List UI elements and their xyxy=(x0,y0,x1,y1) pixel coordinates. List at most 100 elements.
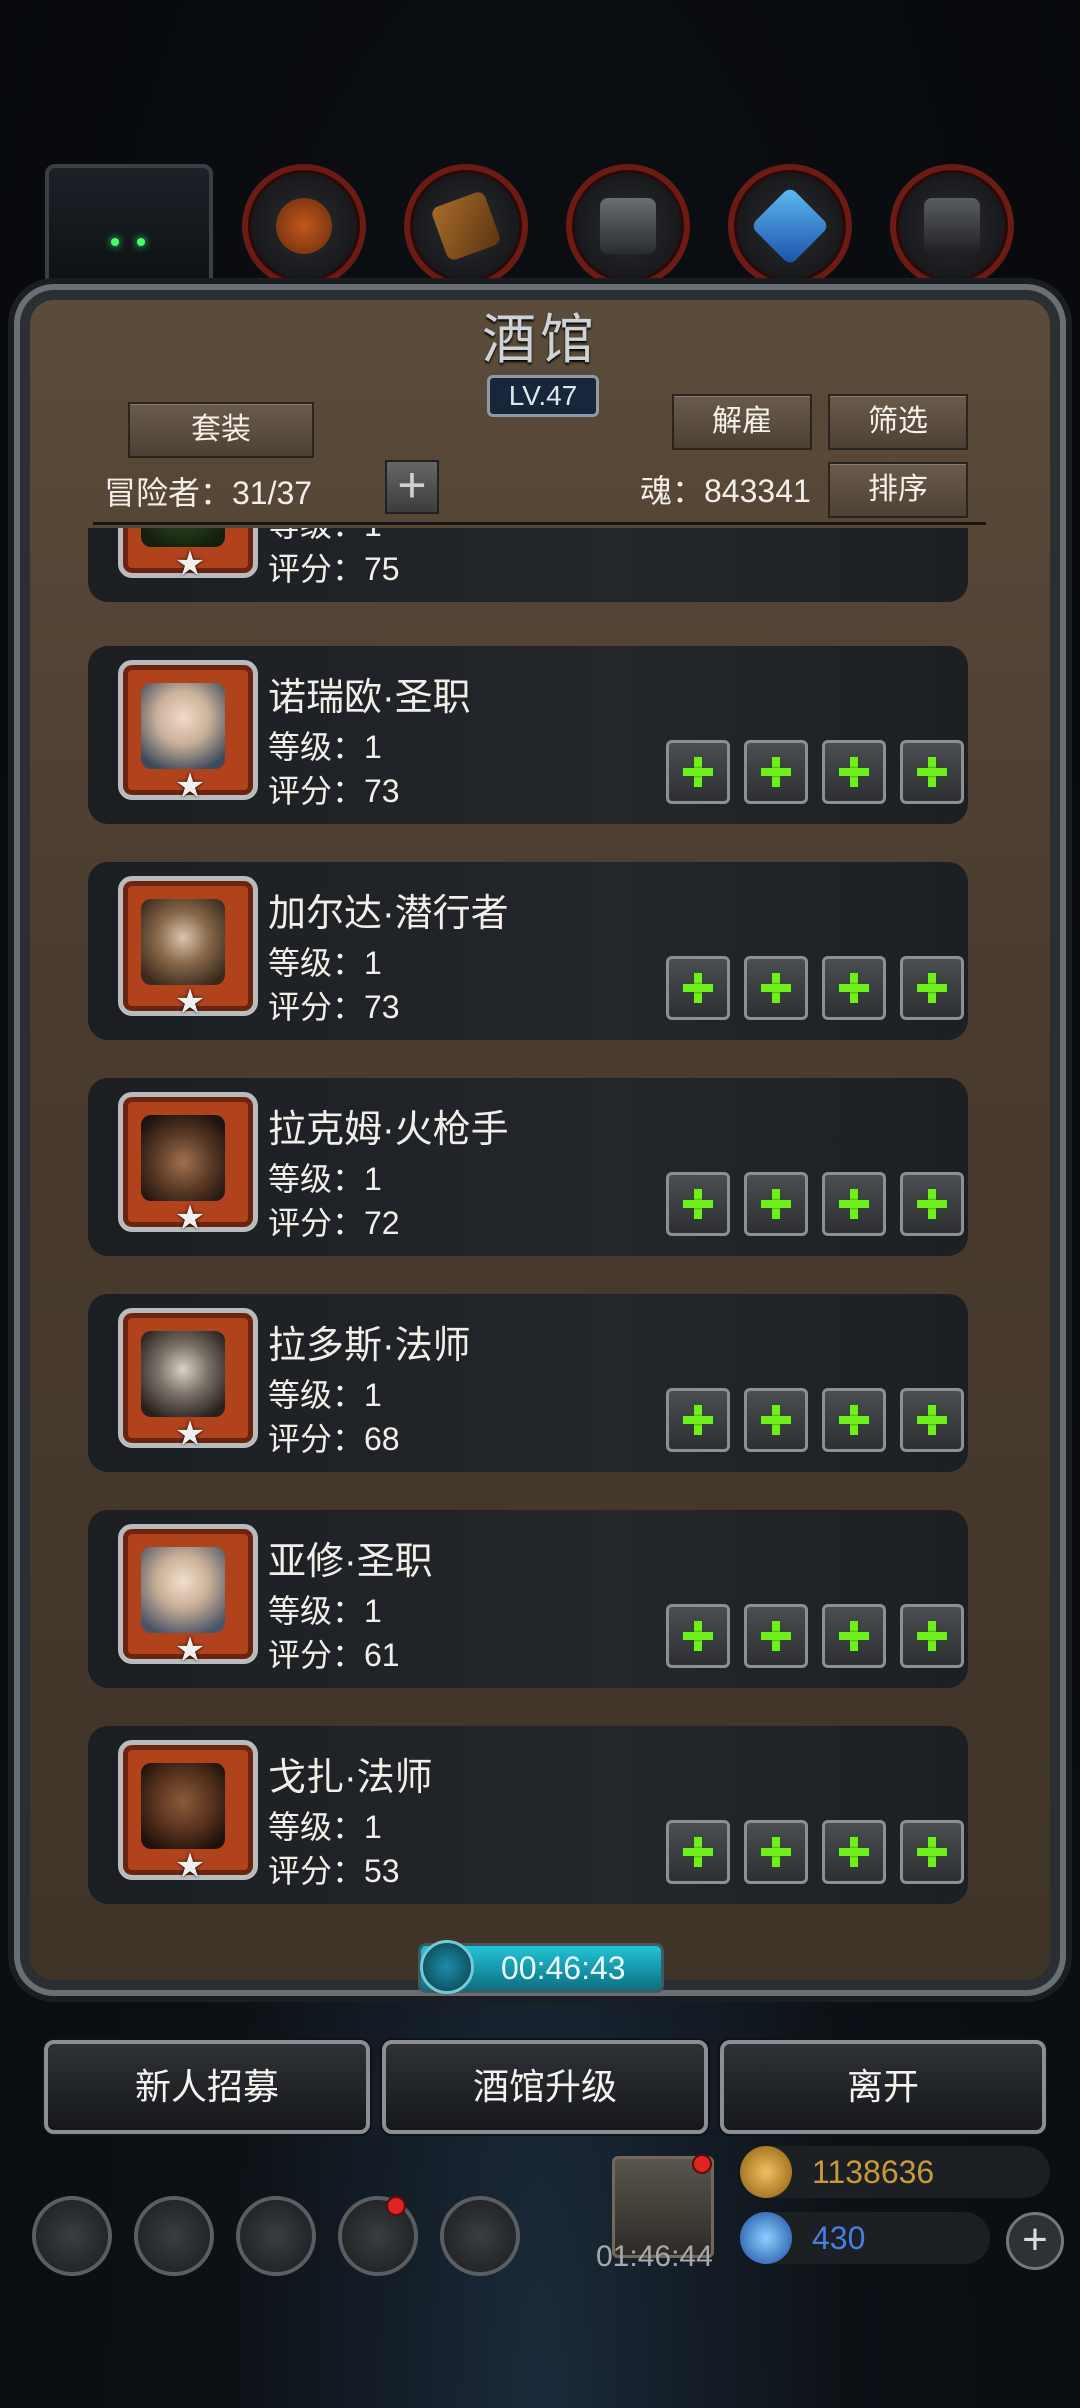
plus-icon xyxy=(839,1189,869,1219)
gold-coin-icon xyxy=(740,2146,792,2198)
accessory-slot[interactable] xyxy=(822,956,886,1020)
weapon-slot[interactable] xyxy=(666,1604,730,1668)
plus-icon xyxy=(917,757,947,787)
adventurer-score: 评分：72 xyxy=(268,1205,400,1241)
gold-counter: 1138636 xyxy=(740,2146,1050,2198)
tavern-upgrade-button[interactable]: 酒馆升级 xyxy=(382,2040,708,2134)
crystal-resource-icon[interactable] xyxy=(728,164,852,288)
adventurer-portrait[interactable]: ★ xyxy=(118,528,258,583)
food-resource-icon[interactable] xyxy=(242,164,366,288)
accessory-slot[interactable] xyxy=(822,740,886,804)
gift-timer: 01:46:44 xyxy=(596,2240,713,2273)
panel-title: 酒馆 xyxy=(482,308,598,371)
star-icon: ★ xyxy=(174,545,206,583)
filter-button[interactable]: 筛选 xyxy=(828,394,968,450)
mail-icon[interactable] xyxy=(338,2196,418,2276)
plus-icon xyxy=(761,1189,791,1219)
adventurer-portrait[interactable]: ★ xyxy=(118,876,258,1021)
settings-gear-icon[interactable] xyxy=(32,2196,112,2276)
trinket-slot[interactable] xyxy=(900,740,964,804)
adventurer-score: 评分：73 xyxy=(268,773,400,809)
weapon-slot[interactable] xyxy=(666,956,730,1020)
plus-icon xyxy=(839,1837,869,1867)
adventurer-portrait[interactable]: ★ xyxy=(118,1740,258,1883)
recruit-button[interactable]: 新人招募 xyxy=(44,2040,370,2134)
plus-icon xyxy=(683,757,713,787)
trinket-slot[interactable] xyxy=(900,956,964,1020)
stone-resource-icon[interactable] xyxy=(890,164,1014,288)
plus-icon xyxy=(917,1189,947,1219)
weapon-slot[interactable] xyxy=(666,740,730,804)
weapon-slot[interactable] xyxy=(666,1820,730,1884)
accessory-slot[interactable] xyxy=(822,1604,886,1668)
adventurer-level: 等级：1 xyxy=(268,1809,382,1845)
adventurer-name: 亚修·圣职 xyxy=(268,1541,433,1583)
adventurer-name: 拉多斯·法师 xyxy=(268,1325,471,1367)
trinket-slot[interactable] xyxy=(900,1388,964,1452)
plus-icon xyxy=(839,757,869,787)
plus-icon xyxy=(683,1189,713,1219)
map-icon[interactable] xyxy=(440,2196,520,2276)
trinket-slot[interactable] xyxy=(900,1820,964,1884)
plus-icon xyxy=(683,1837,713,1867)
adventurer-name: 戈扎·法师 xyxy=(268,1757,433,1799)
plus-icon xyxy=(917,1621,947,1651)
plus-icon xyxy=(917,973,947,1003)
list-item[interactable]: ★ 亚修·圣职 等级：1 评分：61 xyxy=(88,1510,968,1688)
adventurer-score: 评分：61 xyxy=(268,1637,400,1673)
adventurer-name: 诺瑞欧·圣职 xyxy=(268,677,471,719)
armor-slot[interactable] xyxy=(744,1388,808,1452)
accessory-slot[interactable] xyxy=(822,1388,886,1452)
iron-resource-icon[interactable] xyxy=(566,164,690,288)
add-slot-button[interactable]: + xyxy=(385,460,439,514)
adventurer-score: 评分：68 xyxy=(268,1421,400,1457)
adventurer-level: 等级：1 xyxy=(268,1377,382,1413)
star-icon: ★ xyxy=(174,983,206,1021)
header-divider xyxy=(93,522,986,525)
armor-slot[interactable] xyxy=(744,1172,808,1236)
adventurer-portrait[interactable]: ★ xyxy=(118,1524,258,1669)
armor-slot[interactable] xyxy=(744,1820,808,1884)
armor-slot[interactable] xyxy=(744,956,808,1020)
star-icon: ★ xyxy=(174,1199,206,1237)
list-item[interactable]: ★ 等级：1 评分：75 xyxy=(88,528,968,602)
tavern-level-badge: LV.47 xyxy=(487,375,599,417)
gift-notification-dot xyxy=(692,2154,712,2174)
weapon-slot[interactable] xyxy=(666,1388,730,1452)
accessory-slot[interactable] xyxy=(822,1172,886,1236)
adventurer-portrait[interactable]: ★ xyxy=(118,1092,258,1237)
plus-icon xyxy=(839,1405,869,1435)
adventurer-name: 加尔达·潜行者 xyxy=(268,893,509,935)
list-item[interactable]: ★ 加尔达·潜行者 等级：1 评分：73 xyxy=(88,862,968,1040)
suit-button[interactable]: 套装 xyxy=(128,402,314,458)
adventurer-name: 拉克姆·火枪手 xyxy=(268,1109,509,1151)
list-item[interactable]: ★ 拉多斯·法师 等级：1 评分：68 xyxy=(88,1294,968,1472)
sort-button[interactable]: 排序 xyxy=(828,462,968,518)
armor-slot[interactable] xyxy=(744,1604,808,1668)
list-item[interactable]: ★ 戈扎·法师 等级：1 评分：53 xyxy=(88,1726,968,1904)
adventurer-portrait[interactable]: ★ xyxy=(118,1308,258,1451)
plus-icon xyxy=(761,973,791,1003)
adventurer-level: 等级：1 xyxy=(268,1161,382,1197)
weapon-slot[interactable] xyxy=(666,1172,730,1236)
adventurer-count: 冒险者：31/37 xyxy=(104,475,313,511)
add-currency-button[interactable]: + xyxy=(1006,2212,1064,2270)
plus-icon xyxy=(683,1405,713,1435)
trinket-slot[interactable] xyxy=(900,1604,964,1668)
leave-button[interactable]: 离开 xyxy=(720,2040,1046,2134)
adventurer-portrait[interactable]: ★ xyxy=(118,660,258,803)
wood-resource-icon[interactable] xyxy=(404,164,528,288)
armor-slot[interactable] xyxy=(744,740,808,804)
list-item[interactable]: ★ 诺瑞欧·圣职 等级：1 评分：73 xyxy=(88,646,968,824)
dismiss-button[interactable]: 解雇 xyxy=(672,394,812,450)
list-item[interactable]: ★ 拉克姆·火枪手 等级：1 评分：72 xyxy=(88,1078,968,1256)
tower-icon[interactable] xyxy=(236,2196,316,2276)
gold-value: 1138636 xyxy=(812,2154,935,2190)
adventurer-level: 等级：1 xyxy=(268,945,382,981)
achievement-icon[interactable] xyxy=(134,2196,214,2276)
star-icon: ★ xyxy=(174,1631,206,1669)
adventurer-list[interactable]: ★ 等级：1 评分：75 ★ 诺瑞欧·圣职 等级：1 评分：73 ★ 加尔达·潜… xyxy=(88,528,988,1908)
trinket-slot[interactable] xyxy=(900,1172,964,1236)
accessory-slot[interactable] xyxy=(822,1820,886,1884)
player-avatar[interactable] xyxy=(45,164,213,307)
